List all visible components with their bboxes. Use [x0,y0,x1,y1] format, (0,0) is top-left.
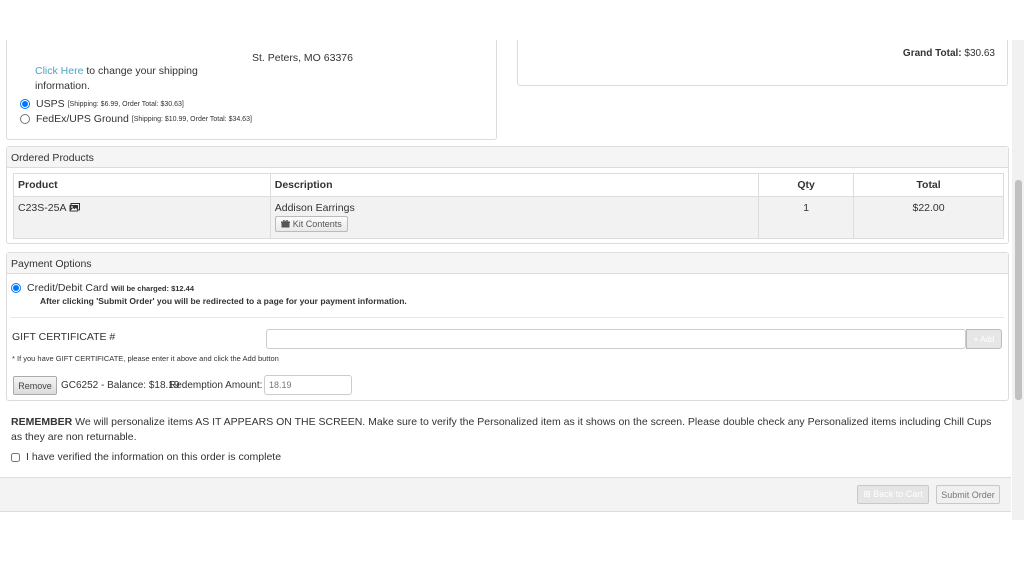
product-sku: C23S-25A [18,202,66,214]
add-gift-certificate-button[interactable]: + Add [966,329,1002,349]
payment-options-section: Payment Options Credit/Debit Card Will b… [6,252,1009,401]
qty-cell: 1 [758,196,855,239]
change-shipping-text: Click Here to change your shipping infor… [35,64,205,94]
payment-options-title: Payment Options [7,253,1008,274]
product-cell: C23S-25A [13,196,271,239]
charge-amount: Will be charged: $12.44 [111,283,195,293]
remember-heading: REMEMBER [11,416,73,428]
usps-radio[interactable] [20,99,30,109]
grand-total-value: $30.63 [964,48,995,59]
grand-total: Grand Total: $30.63 [903,48,995,59]
verify-option[interactable]: I have verified the information on this … [11,451,281,463]
gift-certificate-note: * If you have GIFT CERTIFICATE, please e… [12,354,279,363]
table-row: C23S-25A Addison Earrings Kit Contents 1… [13,196,1004,239]
total-cell: $22.00 [853,196,1004,239]
click-here-link[interactable]: Click Here [35,65,83,77]
fedex-radio[interactable] [20,114,30,124]
credit-card-radio[interactable] [11,283,21,293]
gift-certificate-balance: GC6252 - Balance: $18.19 [61,380,180,391]
order-summary-panel: Grand Total: $30.63 [517,40,1008,86]
credit-card-option[interactable]: Credit/Debit Card Will be charged: $12.4… [11,282,194,294]
description-cell: Addison Earrings Kit Contents [269,196,760,239]
fedex-detail: [Shipping: $10.99, Order Total: $34.63] [131,115,252,123]
ordered-products-section: Ordered Products Product Description Qty… [6,146,1009,244]
submit-order-button[interactable]: Submit Order [936,485,1000,504]
kit-contents-label: Kit Contents [292,219,342,229]
footer-bar: ⊞ Back to Cart Submit Order [0,477,1011,512]
image-icon[interactable] [69,203,80,212]
redemption-amount-input[interactable] [264,375,352,395]
col-qty: Qty [758,173,855,197]
col-total: Total [853,173,1004,197]
shipping-option-usps[interactable]: USPS [Shipping: $6.99, Order Total: $30.… [20,98,184,110]
usps-detail: [Shipping: $6.99, Order Total: $30.63] [67,100,184,108]
gift-certificate-input[interactable] [266,329,966,349]
grand-total-label: Grand Total: [902,48,962,59]
redemption-amount-label: Redemption Amount: [169,380,263,391]
back-to-cart-button[interactable]: ⊞ Back to Cart [857,485,929,504]
redirect-note: After clicking 'Submit Order' you will b… [40,296,407,306]
products-table: Product Description Qty Total C23S-25A A… [13,173,1004,239]
verify-label: I have verified the information on this … [26,451,282,463]
col-description: Description [269,173,760,197]
shipping-panel: Click Here to change your shipping infor… [6,40,497,140]
fedex-label: FedEx/UPS Ground [36,113,129,125]
shipping-address: St. Peters, MO 63376 [252,52,353,64]
remember-note: REMEMBER We will personalize items AS IT… [11,415,996,445]
gift-icon [280,220,290,228]
shipping-option-fedex[interactable]: FedEx/UPS Ground [Shipping: $10.99, Orde… [20,113,252,125]
remember-text: We will personalize items AS IT APPEARS … [11,416,992,443]
scrollbar-thumb[interactable] [1015,180,1022,400]
back-arrow-icon: ⊞ [863,489,871,499]
remove-gift-certificate-button[interactable]: Remove [13,376,57,395]
gift-certificate-label: GIFT CERTIFICATE # [12,331,116,343]
usps-label: USPS [36,98,65,110]
credit-card-label: Credit/Debit Card [27,282,109,294]
divider [11,317,1004,318]
col-product: Product [13,173,271,197]
kit-contents-button[interactable]: Kit Contents [274,216,348,232]
ordered-products-title: Ordered Products [7,147,1008,168]
verify-checkbox[interactable] [11,452,20,462]
products-header-row: Product Description Qty Total [13,173,1004,197]
product-description: Addison Earrings [274,202,355,214]
back-to-cart-label: Back to Cart [873,489,923,499]
